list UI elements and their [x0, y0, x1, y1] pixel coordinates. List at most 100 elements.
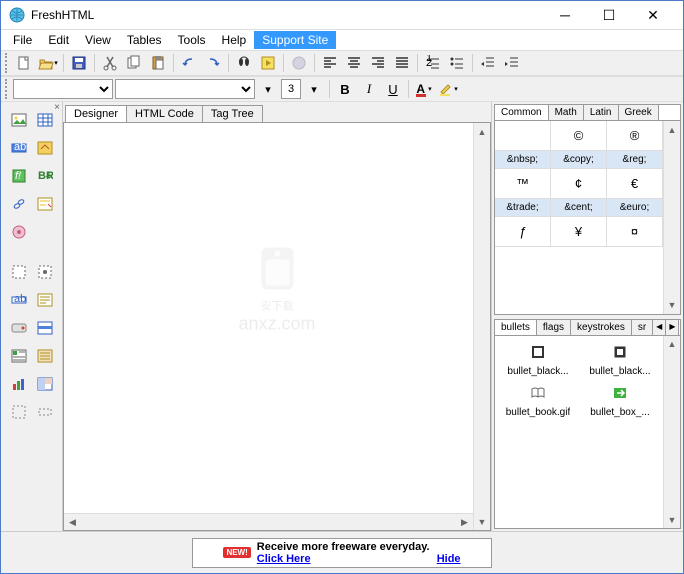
- menu-support-site[interactable]: Support Site: [254, 31, 336, 49]
- italic-button[interactable]: I: [358, 78, 380, 100]
- char-reg[interactable]: ®: [607, 121, 663, 151]
- close-button[interactable]: ✕: [631, 1, 675, 29]
- tool-radio[interactable]: [35, 262, 55, 282]
- menu-tables[interactable]: Tables: [119, 31, 170, 49]
- preview-button[interactable]: [257, 52, 279, 74]
- scroll-up-icon[interactable]: ▲: [664, 121, 680, 138]
- scroll-down-icon[interactable]: ▼: [664, 297, 680, 314]
- charpanel-tab-greek[interactable]: Greek: [619, 105, 659, 120]
- tool-object[interactable]: [9, 222, 29, 242]
- tool-table[interactable]: [35, 110, 55, 130]
- char-cent[interactable]: ¢: [551, 169, 607, 199]
- palette-close-icon[interactable]: ×: [54, 102, 60, 113]
- toolbar-grip[interactable]: [5, 53, 9, 73]
- font-select[interactable]: [115, 79, 255, 99]
- scroll-left-icon[interactable]: ◀: [64, 514, 81, 530]
- tool-frame[interactable]: [35, 374, 55, 394]
- tab-tag-tree[interactable]: Tag Tree: [202, 105, 263, 122]
- underline-button[interactable]: U: [382, 78, 404, 100]
- char-nbsp[interactable]: [495, 121, 551, 151]
- paragraph-select[interactable]: [13, 79, 113, 99]
- find-button[interactable]: [233, 52, 255, 74]
- editor-scrollbar-h[interactable]: ◀ ▶: [64, 513, 473, 530]
- minimize-button[interactable]: ─: [543, 1, 587, 29]
- tab-html-code[interactable]: HTML Code: [126, 105, 203, 122]
- tool-form[interactable]: [35, 194, 55, 214]
- bullet-item-3[interactable]: bullet_box_...: [581, 385, 659, 418]
- list-unordered-button[interactable]: [446, 52, 468, 74]
- outdent-button[interactable]: [477, 52, 499, 74]
- paste-button[interactable]: [147, 52, 169, 74]
- font-size-up-button[interactable]: ▾: [303, 78, 325, 100]
- editor-scrollbar-v[interactable]: ▲ ▼: [473, 123, 490, 530]
- copy-button[interactable]: [123, 52, 145, 74]
- save-button[interactable]: [68, 52, 90, 74]
- scroll-down-icon[interactable]: ▼: [474, 513, 490, 530]
- toolbar-grip[interactable]: [5, 79, 9, 99]
- maximize-button[interactable]: ☐: [587, 1, 631, 29]
- align-right-button[interactable]: [367, 52, 389, 74]
- menu-file[interactable]: File: [5, 31, 40, 49]
- font-color-button[interactable]: A▾: [413, 78, 435, 100]
- char-trade[interactable]: ™: [495, 169, 551, 199]
- charpanel-tab-latin[interactable]: Latin: [584, 105, 619, 120]
- charpanel-tab-math[interactable]: Math: [549, 105, 584, 120]
- bulletpanel-tab-flags[interactable]: flags: [537, 320, 571, 335]
- scroll-up-icon[interactable]: ▲: [664, 336, 680, 353]
- tool-chart[interactable]: [9, 374, 29, 394]
- tool-break[interactable]: BR: [35, 166, 55, 186]
- tool-span[interactable]: [35, 402, 55, 422]
- menu-edit[interactable]: Edit: [40, 31, 77, 49]
- scroll-right-icon[interactable]: ▶: [456, 514, 473, 530]
- tool-textarea[interactable]: [35, 290, 55, 310]
- bulletpanel-nav-right[interactable]: ▶: [666, 320, 679, 335]
- bold-button[interactable]: B: [334, 78, 356, 100]
- list-ordered-button[interactable]: 12: [422, 52, 444, 74]
- indent-button[interactable]: [501, 52, 523, 74]
- bullet-item-0[interactable]: bullet_black...: [499, 344, 577, 377]
- cut-button[interactable]: [99, 52, 121, 74]
- redo-button[interactable]: [202, 52, 224, 74]
- click-here-link[interactable]: Click Here: [257, 553, 311, 565]
- tool-select[interactable]: [35, 318, 55, 338]
- tool-marquee[interactable]: abc: [9, 138, 29, 158]
- tool-checkbox[interactable]: [9, 262, 29, 282]
- bullet-item-1[interactable]: bullet_black...: [581, 344, 659, 377]
- bulletpanel-tab-keystrokes[interactable]: keystrokes: [571, 320, 632, 335]
- bulletpanel-tab-bullets[interactable]: bullets: [495, 320, 537, 335]
- align-justify-button[interactable]: [391, 52, 413, 74]
- tool-button[interactable]: [9, 318, 29, 338]
- tool-textfield[interactable]: ab: [9, 290, 29, 310]
- menu-help[interactable]: Help: [214, 31, 255, 49]
- align-left-button[interactable]: [319, 52, 341, 74]
- font-size-down-button[interactable]: ▾: [257, 78, 279, 100]
- align-center-button[interactable]: [343, 52, 365, 74]
- charpanel-scrollbar[interactable]: ▲ ▼: [663, 121, 680, 314]
- hide-link[interactable]: Hide: [437, 553, 461, 565]
- bulletpanel-tab-sr[interactable]: sr: [632, 320, 653, 335]
- charpanel-tab-common[interactable]: Common: [495, 105, 549, 120]
- new-button[interactable]: [13, 52, 35, 74]
- link-button[interactable]: [288, 52, 310, 74]
- char-euro[interactable]: €: [607, 169, 663, 199]
- tool-script[interactable]: f!: [9, 166, 29, 186]
- bullet-item-2[interactable]: bullet_book.gif: [499, 385, 577, 418]
- menu-view[interactable]: View: [77, 31, 119, 49]
- tab-designer[interactable]: Designer: [65, 105, 127, 122]
- char-copy[interactable]: ©: [551, 121, 607, 151]
- char-yen[interactable]: ¥: [551, 217, 607, 247]
- tool-fieldset[interactable]: [35, 346, 55, 366]
- char-curren[interactable]: ¤: [607, 217, 663, 247]
- tool-list[interactable]: [9, 346, 29, 366]
- undo-button[interactable]: [178, 52, 200, 74]
- bulletpanel-nav-left[interactable]: ◀: [653, 320, 666, 335]
- tool-image[interactable]: [9, 110, 29, 130]
- char-fnof[interactable]: ƒ: [495, 217, 551, 247]
- tool-hyperlink[interactable]: [9, 194, 29, 214]
- tool-anchor[interactable]: [35, 138, 55, 158]
- tool-div[interactable]: [9, 402, 29, 422]
- menu-tools[interactable]: Tools: [170, 31, 214, 49]
- open-button[interactable]: ▾: [37, 52, 59, 74]
- editor-canvas[interactable]: 安下载 anxz.com ▲ ▼ ◀ ▶: [63, 122, 491, 531]
- highlight-color-button[interactable]: ▾: [437, 78, 459, 100]
